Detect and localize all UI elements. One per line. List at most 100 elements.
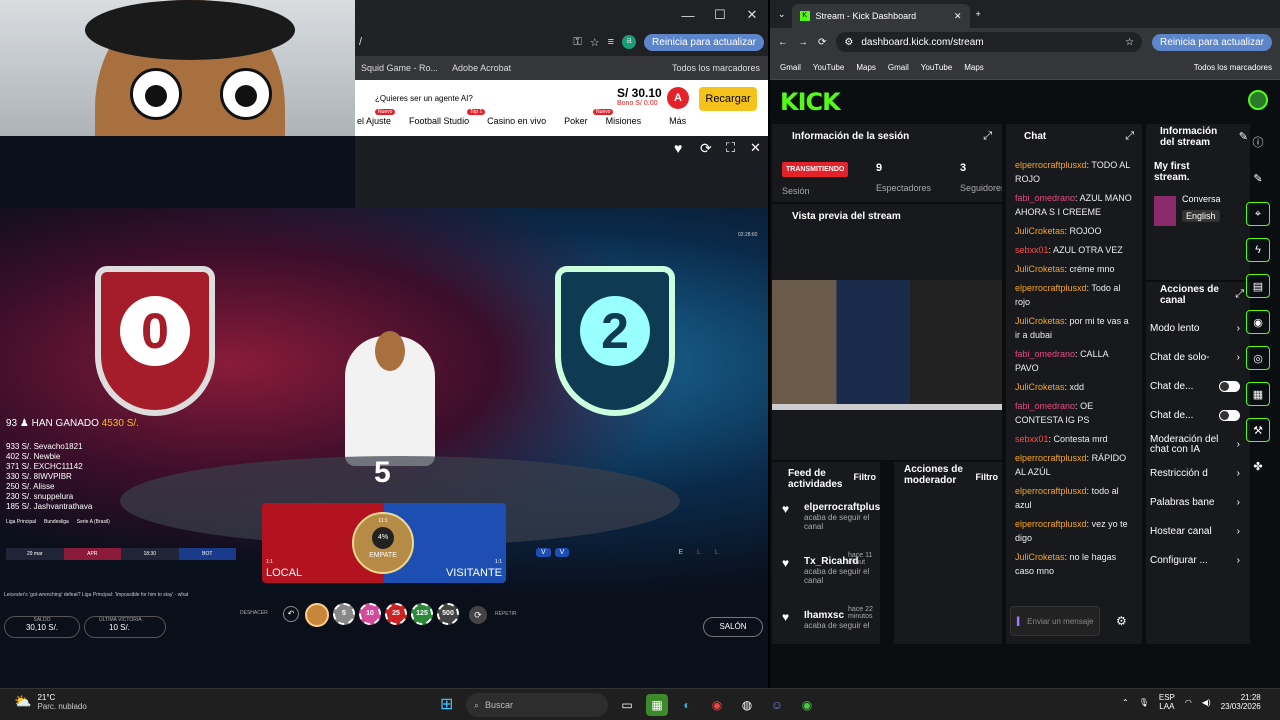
chat-username[interactable]: elperrocraftplusxd (1015, 453, 1087, 463)
refresh-icon[interactable]: ⟳ (700, 140, 712, 157)
bet-empate[interactable]: 11:1 4% EMPATE (352, 512, 414, 574)
fullscreen-icon[interactable]: ⛶ (726, 140, 735, 156)
bookmark-item[interactable]: Maps (964, 63, 984, 72)
lobby-button[interactable]: SALÓN (703, 617, 763, 637)
nav-item[interactable]: Más (669, 116, 686, 126)
address-bar[interactable]: / ⚿ ☆ ≡ a Reinicia para actualizar (359, 30, 764, 54)
nav-item[interactable]: Football Studio (409, 116, 469, 126)
address-bar[interactable]: ⚙ dashboard.kick.com/stream ☆ (836, 32, 1143, 52)
chat-bubble-icon[interactable]: ◉ (1246, 310, 1270, 334)
channel-action[interactable]: Modo lento › (1150, 314, 1250, 343)
volume-icon[interactable]: ◀) (1202, 698, 1211, 707)
chip-selected[interactable] (305, 603, 329, 627)
bolt-icon[interactable]: ϟ (1246, 238, 1270, 262)
league-tab[interactable]: Serie A (Brasil) (77, 519, 110, 525)
channel-action[interactable]: Chat de solo- › (1150, 343, 1250, 372)
heart-icon[interactable]: ♥ (674, 140, 682, 156)
chat-username[interactable]: sebxx01 (1015, 245, 1049, 255)
site-info-icon[interactable]: ⚙ (844, 37, 853, 48)
bookmark-item[interactable]: Maps (856, 63, 876, 72)
bookmark-item[interactable]: Adobe Acrobat (452, 63, 511, 73)
clock[interactable]: 21:28 23/03/2026 (1221, 693, 1261, 711)
channel-action[interactable]: Restricción d › (1150, 459, 1250, 488)
chip[interactable]: 125 (411, 603, 433, 625)
tab-search-icon[interactable]: ⌄ (778, 9, 786, 20)
wifi-icon[interactable]: ◠ (1185, 698, 1192, 707)
task-view-icon[interactable]: ▭ (616, 694, 638, 716)
minimize-icon[interactable]: — (672, 8, 704, 23)
chat-username[interactable]: elperrocraftplusxd (1015, 160, 1087, 170)
kick-logo[interactable]: KICK (780, 88, 841, 116)
undo-icon[interactable]: ↶ (283, 606, 299, 622)
star-icon[interactable]: ☆ (1125, 37, 1134, 48)
update-button[interactable]: Reinicia para actualizar (1152, 33, 1272, 51)
chat-username[interactable]: elperrocraftplusxd (1015, 486, 1087, 496)
language-indicator[interactable]: ESP LAA (1159, 693, 1175, 711)
chat-username[interactable]: fabi_omedrano (1015, 349, 1075, 359)
expand-icon[interactable]: ⤢ (1125, 130, 1134, 143)
chat-username[interactable]: JuliCroketas (1015, 382, 1065, 392)
mic-icon[interactable]: ▍ (1017, 617, 1023, 626)
menu-icon[interactable]: ≡ (608, 36, 614, 48)
puzzle-icon[interactable]: ✤ (1246, 454, 1270, 478)
chrome-2-icon[interactable]: ◉ (796, 694, 818, 716)
bookmark-item[interactable]: Gmail (888, 63, 909, 72)
feed-user[interactable]: elperrocraftplus (804, 502, 880, 513)
obs-icon[interactable]: ◍ (736, 694, 758, 716)
feed-filter[interactable]: Filtro (854, 472, 877, 482)
chip[interactable]: 5 (333, 603, 355, 625)
bookmark-all[interactable]: Todos los marcadores (1194, 63, 1280, 72)
channel-action[interactable]: Configurar ... › (1150, 546, 1250, 575)
layers-icon[interactable]: ▦ (1246, 382, 1270, 406)
chat-username[interactable]: fabi_omedrano (1015, 401, 1075, 411)
chevron-up-icon[interactable]: ⌃ (1122, 698, 1129, 707)
repeat-icon[interactable]: ⟳ (469, 606, 487, 624)
start-icon[interactable]: ⊞ (440, 694, 453, 714)
bookmark-item[interactable]: YouTube (921, 63, 952, 72)
broadcast-icon[interactable]: ◎ (1246, 346, 1270, 370)
scan-icon[interactable]: ⌖ (1246, 202, 1270, 226)
mod-filter[interactable]: Filtro (976, 472, 999, 482)
chat-username[interactable]: JuliCroketas (1015, 226, 1065, 236)
stream-preview[interactable] (772, 280, 1002, 410)
chat-username[interactable]: JuliCroketas (1015, 316, 1065, 326)
search-box[interactable]: ⌕ Buscar (466, 693, 608, 717)
chat-settings-icon[interactable]: ⚙ (1116, 614, 1127, 628)
chrome-icon[interactable]: ◉ (706, 694, 728, 716)
minecraft-icon[interactable]: ▦ (646, 694, 668, 716)
nav-item[interactable]: Casino en vivo (487, 116, 546, 126)
chip[interactable]: 25 (385, 603, 407, 625)
reload-icon[interactable]: ⟳ (818, 37, 826, 48)
wrench-icon[interactable]: ⚒ (1246, 418, 1270, 442)
document-icon[interactable]: ▤ (1246, 274, 1270, 298)
undo-button[interactable]: DESHACER (240, 610, 268, 616)
mic-tray-icon[interactable]: 🎙 (1139, 698, 1149, 707)
browser-tab[interactable]: K Stream - Kick Dashboard ✕ (791, 4, 970, 28)
chat-username[interactable]: sebxx01 (1015, 434, 1049, 444)
chat-username[interactable]: JuliCroketas (1015, 552, 1065, 562)
info-icon[interactable]: ⓘ (1246, 130, 1270, 154)
star-icon[interactable]: ☆ (590, 36, 600, 49)
close-game-icon[interactable]: ✕ (750, 140, 761, 156)
agent-prompt[interactable]: ¿Quieres ser un agente AI? (375, 94, 473, 103)
bookmark-item[interactable]: YouTube (813, 63, 844, 72)
key-icon[interactable]: ⚿ (573, 36, 581, 49)
profile-avatar[interactable] (1248, 90, 1268, 110)
league-tab[interactable]: Liga Principal (6, 519, 36, 525)
nav-item[interactable]: Misiones (606, 116, 642, 126)
channel-action[interactable]: Chat de... (1150, 372, 1250, 401)
recharge-button[interactable]: Recargar (699, 87, 757, 111)
bookmark-item[interactable]: Squid Game - Ro... (361, 63, 438, 73)
bookmark-all[interactable]: Todos los marcadores (672, 63, 768, 73)
action-toggle[interactable] (1218, 381, 1240, 392)
discord-icon[interactable]: ☺ (766, 694, 788, 716)
repeat-button[interactable]: REPETIR (495, 611, 517, 617)
expand-icon[interactable]: ⤢ (1235, 288, 1244, 301)
back-icon[interactable]: ← (778, 37, 788, 48)
bookmark-item[interactable]: Gmail (780, 63, 801, 72)
league-tab[interactable]: Bundesliga (44, 519, 69, 525)
expand-icon[interactable]: ⤢ (983, 130, 992, 143)
channel-action[interactable]: Moderación del chat con IA › (1150, 430, 1250, 459)
nav-item[interactable]: el Ajuste (357, 116, 391, 126)
pencil-icon[interactable]: ✎ (1246, 166, 1270, 190)
